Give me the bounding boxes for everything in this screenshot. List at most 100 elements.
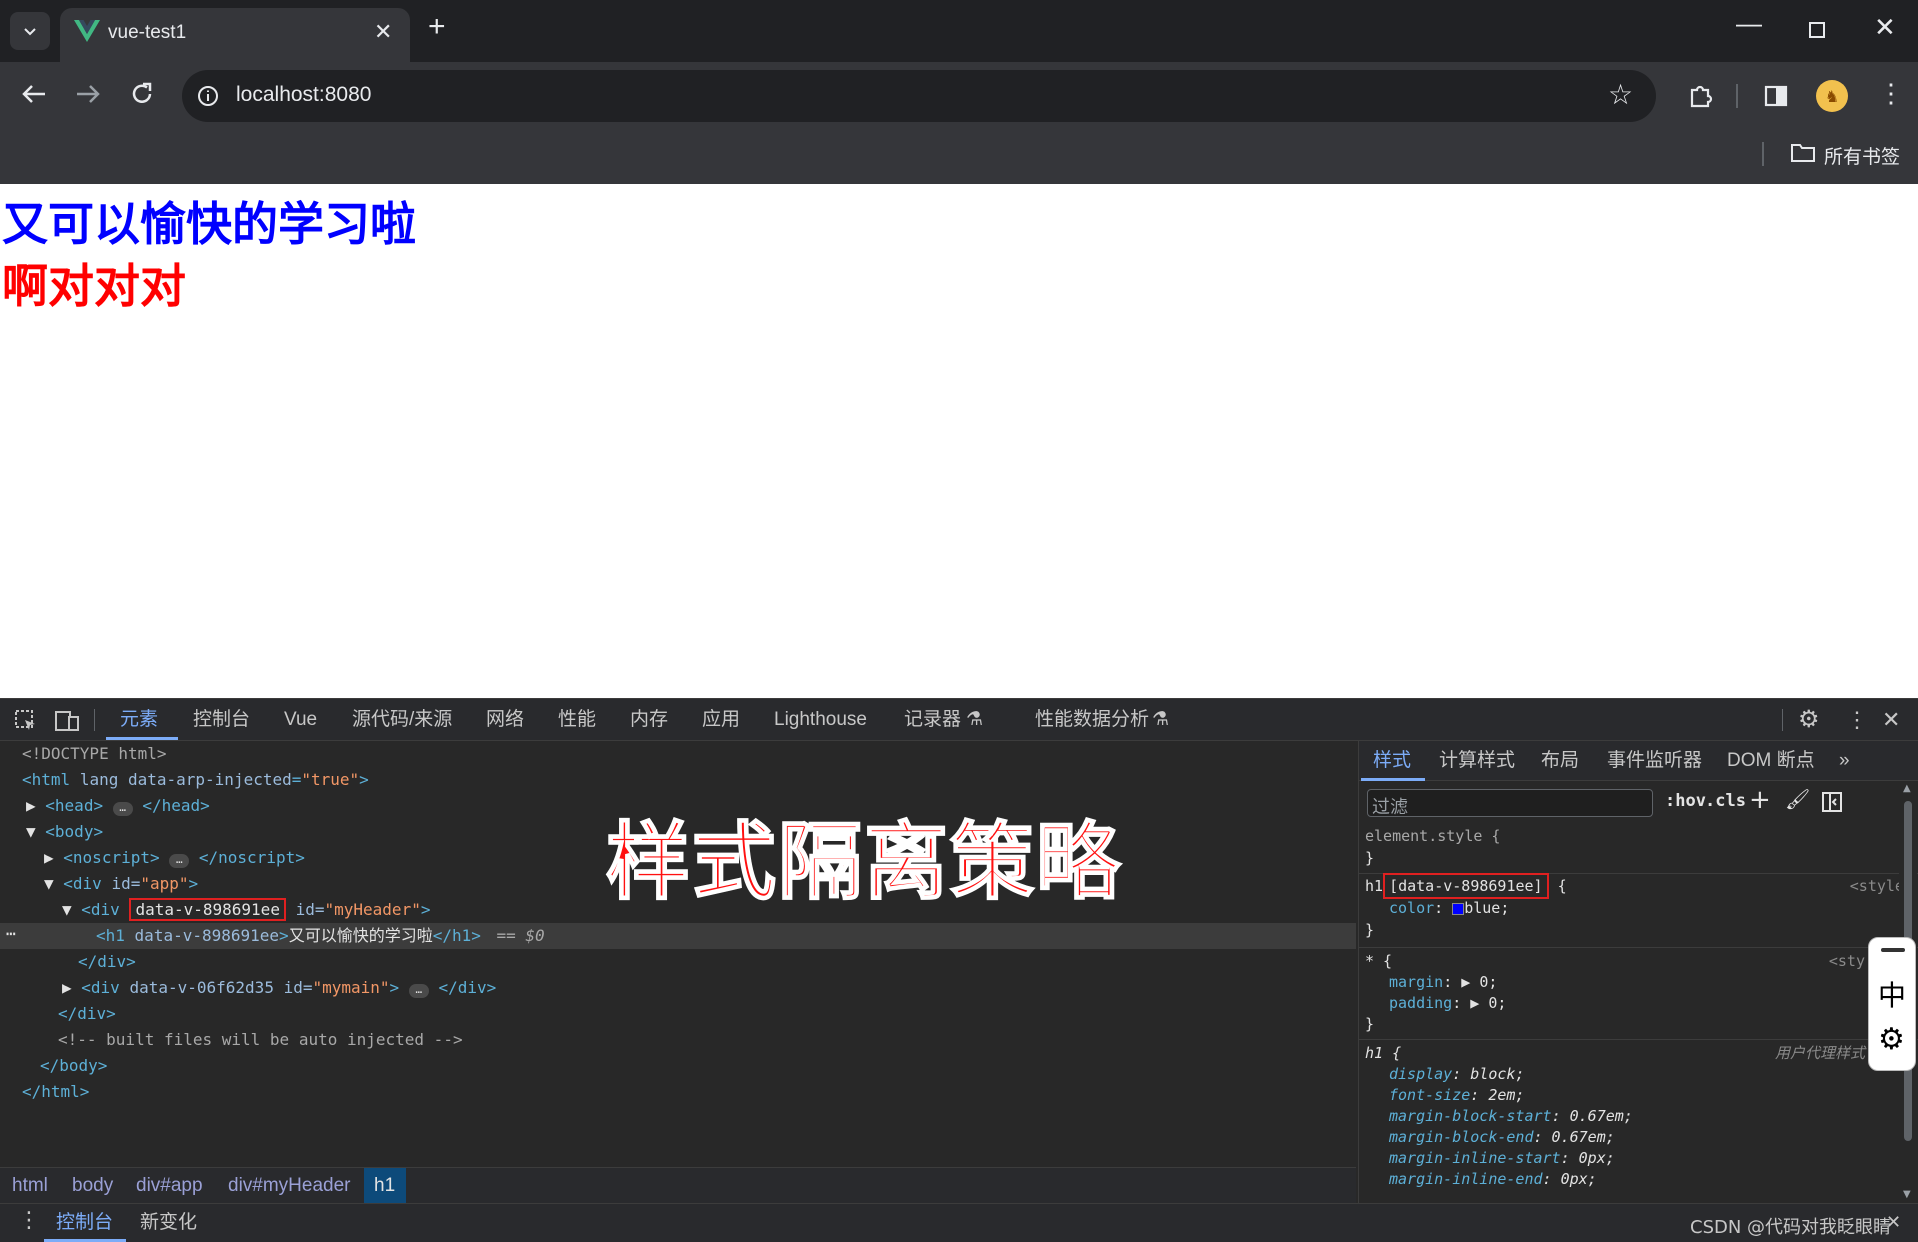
collapse-arrow-icon[interactable]: ▼ xyxy=(44,874,54,893)
tab-computed[interactable]: 计算样式 xyxy=(1439,741,1515,781)
forward-arrow-icon[interactable] xyxy=(74,82,102,106)
color-value[interactable]: blue; xyxy=(1464,899,1509,917)
tab-memory[interactable]: 内存 xyxy=(630,699,668,741)
close-tab-icon[interactable]: ✕ xyxy=(374,19,392,45)
address-bar[interactable]: localhost:8080 ☆ xyxy=(182,70,1656,122)
expand-arrow-icon[interactable]: ▶ xyxy=(44,848,54,867)
dom-line-noscript[interactable]: ▶ <noscript> … </noscript> xyxy=(44,845,305,871)
folder-icon[interactable] xyxy=(1790,142,1816,164)
reload-icon[interactable] xyxy=(128,80,156,108)
scroll-down-arrow[interactable]: ▼ xyxy=(1903,1189,1911,1200)
dom-line-body-close[interactable]: </body> xyxy=(40,1053,107,1079)
more-tabs-icon[interactable]: » xyxy=(1839,741,1850,781)
ua-property-value: 2em; xyxy=(1479,1086,1525,1104)
collapse-arrow-icon[interactable]: ▼ xyxy=(62,900,72,919)
ellipsis-badge[interactable]: … xyxy=(112,802,133,816)
rule-scoped-h1[interactable]: h1 [data-v-898691ee] { <style> color: blu… xyxy=(1365,873,1913,941)
maximize-button[interactable] xyxy=(1809,22,1825,38)
toggle-sidebar-icon[interactable] xyxy=(1821,791,1843,813)
expand-arrow-icon[interactable]: ▶ xyxy=(26,796,36,815)
dom-line-div-header-close[interactable]: </div> xyxy=(78,949,136,975)
color-property[interactable]: color xyxy=(1389,899,1434,917)
drawer-menu-icon[interactable]: ⋮ xyxy=(18,1208,40,1233)
tab-dom-breakpoints[interactable]: DOM 断点 xyxy=(1727,741,1815,781)
ime-toolbar[interactable]: 中 ⚙ xyxy=(1868,937,1916,1071)
more-options-icon[interactable]: ⋮ xyxy=(1846,699,1868,741)
paint-brush-icon[interactable]: 🖌 xyxy=(1785,787,1810,811)
hov-toggle[interactable]: :hov xyxy=(1665,791,1706,811)
row-actions-icon[interactable]: ⋯ xyxy=(6,921,16,947)
dom-line-body[interactable]: ▼ <body> xyxy=(26,819,103,845)
dom-line-div-app[interactable]: ▼ <div id="app"> xyxy=(44,871,198,897)
color-swatch[interactable] xyxy=(1452,902,1465,915)
styles-filter-input[interactable]: 过滤 xyxy=(1367,789,1653,817)
collapse-arrow-icon[interactable]: ▼ xyxy=(26,822,36,841)
rule-element-style[interactable]: element.style { } xyxy=(1365,825,1500,869)
tab-network[interactable]: 网络 xyxy=(486,699,524,741)
tab-event-listeners[interactable]: 事件监听器 xyxy=(1607,741,1702,781)
margin-value[interactable]: 0; xyxy=(1479,973,1497,991)
new-rule-plus-icon[interactable]: + xyxy=(1749,785,1771,815)
tab-styles[interactable]: 样式 xyxy=(1373,741,1411,781)
dom-line-div-main[interactable]: ▶ <div data-v-06f62d35 id="mymain"> … </… xyxy=(62,975,496,1001)
drawer-tab-changes[interactable]: 新变化 xyxy=(140,1204,197,1242)
dom-line-div-header[interactable]: ▼ <div data-v-898691ee id="myHeader"> xyxy=(62,897,430,923)
ime-handle[interactable] xyxy=(1881,948,1905,952)
extensions-icon[interactable] xyxy=(1686,82,1714,110)
tab-vue[interactable]: Vue xyxy=(284,699,317,741)
breadcrumb-h1[interactable]: h1 xyxy=(374,1168,395,1203)
all-bookmarks-label[interactable]: 所有书签 xyxy=(1824,142,1900,169)
expand-arrow-icon[interactable]: ▶ xyxy=(62,978,72,997)
ime-mode-label[interactable]: 中 xyxy=(1878,974,1906,1014)
tab-lighthouse[interactable]: Lighthouse xyxy=(774,699,867,741)
padding-value[interactable]: 0; xyxy=(1488,994,1506,1012)
dom-line-doctype[interactable]: <!DOCTYPE html> xyxy=(22,741,167,767)
tab-elements[interactable]: 元素 xyxy=(120,699,158,741)
ellipsis-badge[interactable]: … xyxy=(408,984,429,998)
settings-gear-icon[interactable]: ⚙ xyxy=(1798,699,1820,741)
cls-toggle[interactable]: .cls xyxy=(1705,791,1746,811)
close-drawer-icon[interactable]: ✕ xyxy=(1886,1212,1901,1233)
profile-avatar[interactable]: ♞ xyxy=(1816,80,1848,112)
dom-line-div-app-close[interactable]: </div> xyxy=(58,1001,116,1027)
tab-performance-insights[interactable]: 性能数据分析 xyxy=(1035,699,1149,741)
minimize-button[interactable]: — xyxy=(1736,8,1762,39)
tab-sources[interactable]: 源代码/来源 xyxy=(352,699,452,741)
bookmark-star-icon[interactable]: ☆ xyxy=(1608,78,1633,111)
browser-tab[interactable]: vue-test1 ✕ xyxy=(60,8,410,62)
dom-line-h1-selected[interactable]: <h1 data-v-898691ee>又可以愉快的学习啦</h1> == $0 xyxy=(96,923,545,949)
rule-universal[interactable]: * { <sty margin: ▶ 0; padding: ▶ 0; } xyxy=(1365,951,1865,1035)
tab-search-button[interactable] xyxy=(10,12,50,50)
breadcrumb-body[interactable]: body xyxy=(72,1168,113,1203)
ime-settings-gear-icon[interactable]: ⚙ xyxy=(1878,1022,1905,1057)
breadcrumb-html[interactable]: html xyxy=(12,1168,48,1203)
drawer-tab-console[interactable]: 控制台 xyxy=(56,1204,113,1242)
breadcrumb-div-myheader[interactable]: div#myHeader xyxy=(228,1168,351,1203)
close-window-button[interactable]: ✕ xyxy=(1874,12,1896,43)
dom-line-html[interactable]: <html lang data-arp-injected="true"> xyxy=(22,767,369,793)
rule-user-agent-h1[interactable]: h1 { 用户代理样式 display: block; font-size: 2e… xyxy=(1365,1043,1865,1190)
breadcrumb-div-app[interactable]: div#app xyxy=(136,1168,203,1203)
device-toolbar-icon[interactable] xyxy=(54,709,80,733)
dom-line-html-close[interactable]: </html> xyxy=(22,1079,89,1105)
dom-line-head[interactable]: ▶ <head> … </head> xyxy=(26,793,210,819)
scroll-up-arrow[interactable]: ▲ xyxy=(1903,783,1911,794)
side-panel-icon[interactable] xyxy=(1764,84,1788,108)
inspect-element-icon[interactable] xyxy=(14,709,38,733)
browser-menu-icon[interactable]: ⋮ xyxy=(1878,78,1904,109)
tab-layout[interactable]: 布局 xyxy=(1541,741,1579,781)
margin-property[interactable]: margin xyxy=(1389,973,1443,991)
ellipsis-badge[interactable]: … xyxy=(169,854,190,868)
padding-property[interactable]: padding xyxy=(1389,994,1452,1012)
dom-line-comment[interactable]: <!-- built files will be auto injected -… xyxy=(58,1027,463,1053)
url-text[interactable]: localhost:8080 xyxy=(236,83,371,107)
tab-console[interactable]: 控制台 xyxy=(193,699,250,741)
tab-performance[interactable]: 性能 xyxy=(558,699,596,741)
new-tab-button[interactable]: + xyxy=(428,12,446,42)
tab-recorder[interactable]: 记录器 xyxy=(904,699,961,741)
back-arrow-icon[interactable] xyxy=(20,82,48,106)
site-info-icon[interactable] xyxy=(196,84,220,108)
style-source-link[interactable]: <sty xyxy=(1829,951,1865,972)
tab-application[interactable]: 应用 xyxy=(702,699,740,741)
close-devtools-icon[interactable]: ✕ xyxy=(1882,699,1900,741)
